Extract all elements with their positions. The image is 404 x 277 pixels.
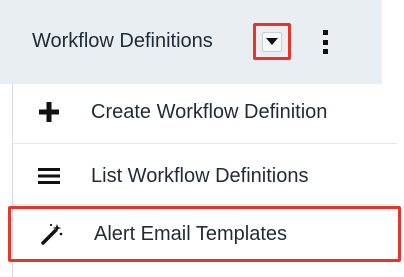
kebab-dot (322, 30, 328, 35)
module-dropdown-button[interactable] (253, 23, 291, 60)
kebab-dot (322, 39, 328, 45)
module-header: Workflow Definitions (0, 0, 382, 84)
kebab-menu-icon[interactable] (318, 30, 332, 54)
plus-icon (35, 98, 63, 126)
kebab-dot (322, 49, 328, 54)
caret-box (262, 31, 282, 52)
list-icon (35, 162, 63, 190)
module-tab-label[interactable]: Workflow Definitions (32, 30, 213, 53)
module-dropdown-menu: Create Workflow Definition List Workflow… (8, 84, 404, 277)
menu-divider (13, 204, 397, 205)
menu-item-alert-email-templates[interactable]: Alert Email Templates (8, 206, 401, 262)
menu-item-create-workflow-definition[interactable]: Create Workflow Definition (13, 84, 397, 140)
menu-divider (13, 143, 397, 144)
menu-item-label: Alert Email Templates (94, 222, 288, 245)
menu-item-label: List Workflow Definitions (91, 164, 309, 187)
caret-down-icon (266, 37, 278, 45)
magic-wand-icon (38, 220, 66, 248)
menu-item-list-workflow-definitions[interactable]: List Workflow Definitions (13, 148, 397, 204)
menu-item-label: Create Workflow Definition (91, 100, 328, 123)
